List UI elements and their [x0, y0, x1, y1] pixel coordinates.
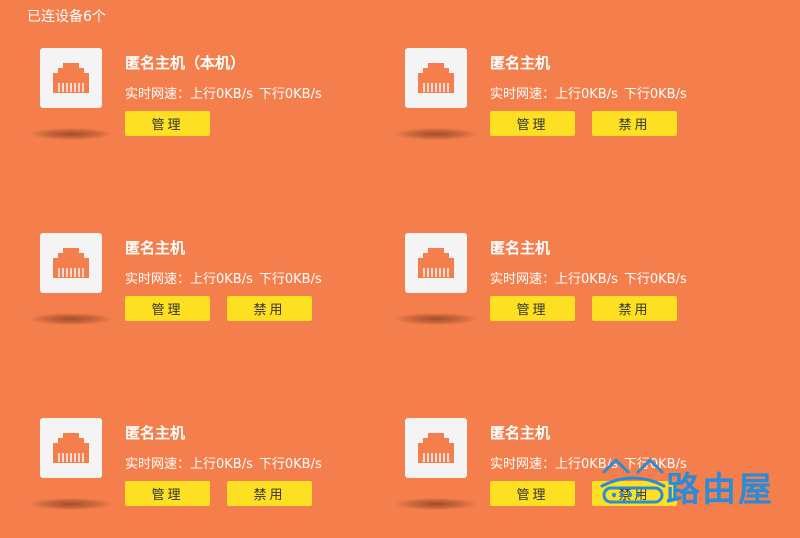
device-speed: 实时网速：上行0KB/s 下行0KB/s	[490, 83, 687, 102]
download-speed: 下行0KB/s	[258, 87, 322, 102]
download-speed: 下行0KB/s	[258, 272, 322, 287]
device-icon-box	[40, 48, 102, 108]
manage-button[interactable]: 管理	[125, 111, 210, 136]
device-name: 匿名主机	[125, 424, 186, 442]
disable-button[interactable]: 禁用	[227, 296, 312, 321]
device-speed: 实时网速：上行0KB/s 下行0KB/s	[125, 453, 322, 472]
icon-shadow	[30, 313, 112, 325]
device-icon-box	[405, 233, 467, 293]
device-card: 匿名主机 实时网速：上行0KB/s 下行0KB/s 管理 禁用	[393, 48, 723, 168]
device-card: 匿名主机 实时网速：上行0KB/s 下行0KB/s 管理 禁用	[28, 233, 358, 353]
device-speed: 实时网速：上行0KB/s 下行0KB/s	[125, 268, 322, 287]
upload-speed: 上行0KB/s	[555, 272, 618, 287]
device-icon-box	[405, 418, 467, 478]
watermark-text: 路由屋	[666, 470, 774, 510]
manage-button[interactable]: 管理	[125, 481, 210, 506]
device-icon-box	[40, 418, 102, 478]
device-card: 匿名主机 实时网速：上行0KB/s 下行0KB/s 管理 禁用	[393, 233, 723, 353]
speed-label: 实时网速：	[125, 87, 191, 102]
speed-label: 实时网速：	[490, 457, 556, 472]
manage-button[interactable]: 管理	[490, 296, 575, 321]
upload-speed: 上行0KB/s	[190, 272, 253, 287]
device-name: 匿名主机（本机）	[125, 54, 246, 72]
device-speed: 实时网速：上行0KB/s 下行0KB/s	[125, 83, 322, 102]
ethernet-port-icon	[53, 433, 89, 463]
device-speed: 实时网速：上行0KB/s 下行0KB/s	[490, 268, 687, 287]
device-name: 匿名主机	[490, 424, 551, 442]
ethernet-port-icon	[53, 248, 89, 278]
watermark: 路由屋	[598, 452, 773, 514]
device-card: 匿名主机 实时网速：上行0KB/s 下行0KB/s 管理 禁用	[28, 418, 358, 538]
manage-button[interactable]: 管理	[490, 111, 575, 136]
upload-speed: 上行0KB/s	[555, 87, 618, 102]
router-house-logo-icon	[600, 458, 666, 504]
device-card: 匿名主机（本机） 实时网速：上行0KB/s 下行0KB/s 管理	[28, 48, 358, 168]
device-icon-box	[40, 233, 102, 293]
icon-shadow	[395, 498, 477, 510]
ethernet-port-icon	[418, 248, 454, 278]
speed-label: 实时网速：	[490, 87, 556, 102]
manage-button[interactable]: 管理	[490, 481, 575, 506]
connected-devices-count: 已连设备6个	[27, 9, 106, 25]
icon-shadow	[30, 498, 112, 510]
upload-speed: 上行0KB/s	[190, 87, 253, 102]
upload-speed: 上行0KB/s	[190, 457, 253, 472]
manage-button[interactable]: 管理	[125, 296, 210, 321]
download-speed: 下行0KB/s	[623, 272, 687, 287]
ethernet-port-icon	[418, 63, 454, 93]
device-name: 匿名主机	[490, 54, 551, 72]
ethernet-port-icon	[418, 433, 454, 463]
icon-shadow	[395, 313, 477, 325]
disable-button[interactable]: 禁用	[592, 111, 677, 136]
icon-shadow	[30, 128, 112, 140]
speed-label: 实时网速：	[125, 457, 191, 472]
speed-label: 实时网速：	[490, 272, 556, 287]
disable-button[interactable]: 禁用	[592, 296, 677, 321]
device-icon-box	[405, 48, 467, 108]
download-speed: 下行0KB/s	[258, 457, 322, 472]
ethernet-port-icon	[53, 63, 89, 93]
download-speed: 下行0KB/s	[623, 87, 687, 102]
speed-label: 实时网速：	[125, 272, 191, 287]
icon-shadow	[395, 128, 477, 140]
device-name: 匿名主机	[490, 239, 551, 257]
disable-button[interactable]: 禁用	[227, 481, 312, 506]
device-name: 匿名主机	[125, 239, 186, 257]
